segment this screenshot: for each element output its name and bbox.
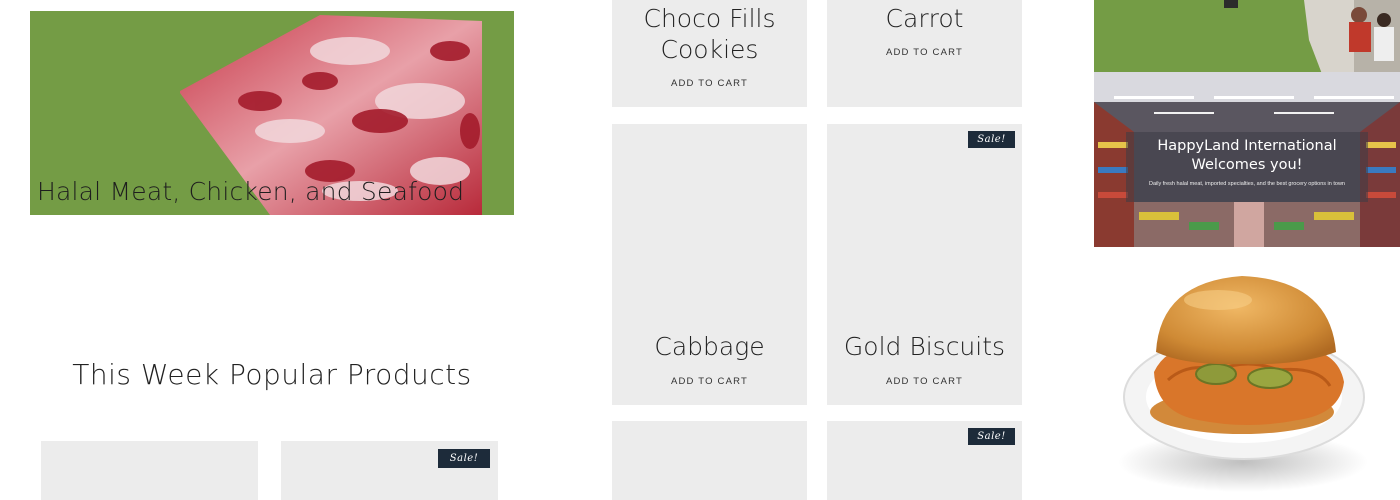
welcome-subtitle: Daily fresh halal meat, imported special…	[1149, 181, 1345, 187]
product-name[interactable]: Cabbage	[612, 331, 807, 362]
add-to-cart-button[interactable]: ADD TO CART	[827, 47, 1022, 58]
meat-banner[interactable]: Halal Meat, Chicken, and Seafood	[30, 11, 514, 215]
product-name[interactable]: Gold Biscuits	[827, 331, 1022, 362]
store-welcome-banner[interactable]: HappyLand International Welcomes you! Da…	[1094, 72, 1400, 247]
welcome-title: HappyLand International Welcomes you!	[1126, 137, 1368, 175]
sale-badge: Sale!	[968, 428, 1015, 445]
welcome-overlay: HappyLand International Welcomes you! Da…	[1126, 132, 1368, 202]
product-name[interactable]: Choco Fills	[612, 3, 807, 34]
product-card[interactable]: Choco Fills Cookies ADD TO CART	[612, 0, 807, 107]
product-card[interactable]: Sale! Gold Biscuits ADD TO CART	[827, 124, 1022, 405]
product-card[interactable]: Cabbage ADD TO CART	[612, 124, 807, 405]
shoppers-image	[1224, 0, 1400, 74]
product-card[interactable]	[41, 441, 258, 500]
sale-badge: Sale!	[968, 131, 1015, 148]
add-to-cart-button[interactable]: ADD TO CART	[612, 78, 807, 89]
add-to-cart-button[interactable]: ADD TO CART	[827, 376, 1022, 387]
product-card[interactable]: Sale!	[827, 421, 1022, 500]
product-card[interactable]: Sale!	[281, 441, 498, 500]
product-name[interactable]: Cookies	[612, 34, 807, 65]
welcome-title-line2: Welcomes you!	[1191, 157, 1303, 173]
add-to-cart-button[interactable]: ADD TO CART	[612, 376, 807, 387]
welcome-title-line1: HappyLand International	[1157, 138, 1337, 154]
banner-title: Halal Meat, Chicken, and Seafood	[37, 177, 465, 206]
promo-banner-green[interactable]	[1094, 0, 1400, 74]
chicken-sandwich-image[interactable]	[1108, 262, 1378, 498]
popular-products-heading: This Week Popular Products	[72, 358, 472, 391]
sale-badge: Sale!	[438, 449, 490, 468]
product-card[interactable]: Carrot ADD TO CART	[827, 0, 1022, 107]
product-name[interactable]: Carrot	[827, 3, 1022, 34]
product-card[interactable]	[612, 421, 807, 500]
